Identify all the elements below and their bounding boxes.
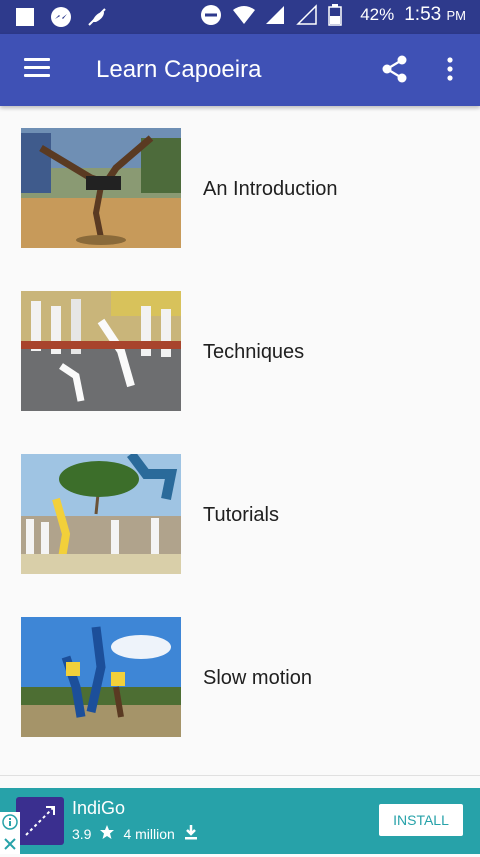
signal-icon: [264, 4, 286, 26]
capoeira-roda-photo: [21, 291, 181, 411]
menu-icon[interactable]: [24, 58, 50, 80]
ad-downloads: 4 million: [123, 825, 175, 842]
install-button[interactable]: INSTALL: [379, 804, 463, 836]
clock-ampm: PM: [446, 8, 467, 23]
ad-meta: 3.9 4 million: [72, 824, 199, 843]
status-right-icons: 42% 1:53 PM: [200, 4, 466, 26]
item-label: Slow motion: [203, 667, 312, 689]
list-item-introduction[interactable]: An Introduction: [0, 106, 480, 269]
star-icon: [99, 824, 115, 843]
wifi-icon: [232, 4, 256, 26]
messenger-icon: [50, 6, 72, 28]
app-bar: Learn Capoeira: [0, 34, 480, 106]
ad-banner[interactable]: IndiGo 3.9 4 million INSTALL: [0, 788, 480, 854]
share-icon[interactable]: [380, 54, 410, 84]
ad-app-name: IndiGo: [72, 798, 126, 818]
ad-choices[interactable]: [0, 812, 20, 854]
app-title: Learn Capoeira: [96, 56, 262, 83]
signal-empty-icon: [296, 4, 318, 26]
list-divider: [0, 775, 480, 776]
ad-rating: 3.9: [72, 825, 92, 842]
more-options-icon[interactable]: [440, 54, 460, 86]
square-notification-icon: [14, 6, 36, 28]
capoeira-beach-photo: [21, 454, 181, 574]
clock: 1:53 PM: [404, 4, 466, 26]
item-label: Techniques: [203, 341, 305, 363]
battery-icon: [328, 4, 350, 26]
list-item-slow-motion[interactable]: Slow motion: [0, 595, 480, 758]
battery-percent: 42%: [360, 5, 395, 24]
clock-time: 1:53: [404, 4, 442, 25]
indigo-logo-icon: [16, 797, 64, 845]
status-bar: 42% 1:53 PM: [0, 0, 480, 34]
item-label: An Introduction: [203, 178, 338, 200]
list-item-tutorials[interactable]: Tutorials: [0, 432, 480, 595]
info-icon[interactable]: [2, 814, 18, 835]
item-label: Tutorials: [203, 504, 279, 526]
do-not-disturb-icon: [200, 4, 222, 26]
capoeira-kick-photo: [21, 128, 181, 248]
download-icon: [183, 824, 199, 843]
status-left-icons: [14, 6, 108, 28]
mic-off-icon: [86, 6, 108, 28]
capoeira-duo-photo: [21, 617, 181, 737]
list-item-techniques[interactable]: Techniques: [0, 269, 480, 432]
